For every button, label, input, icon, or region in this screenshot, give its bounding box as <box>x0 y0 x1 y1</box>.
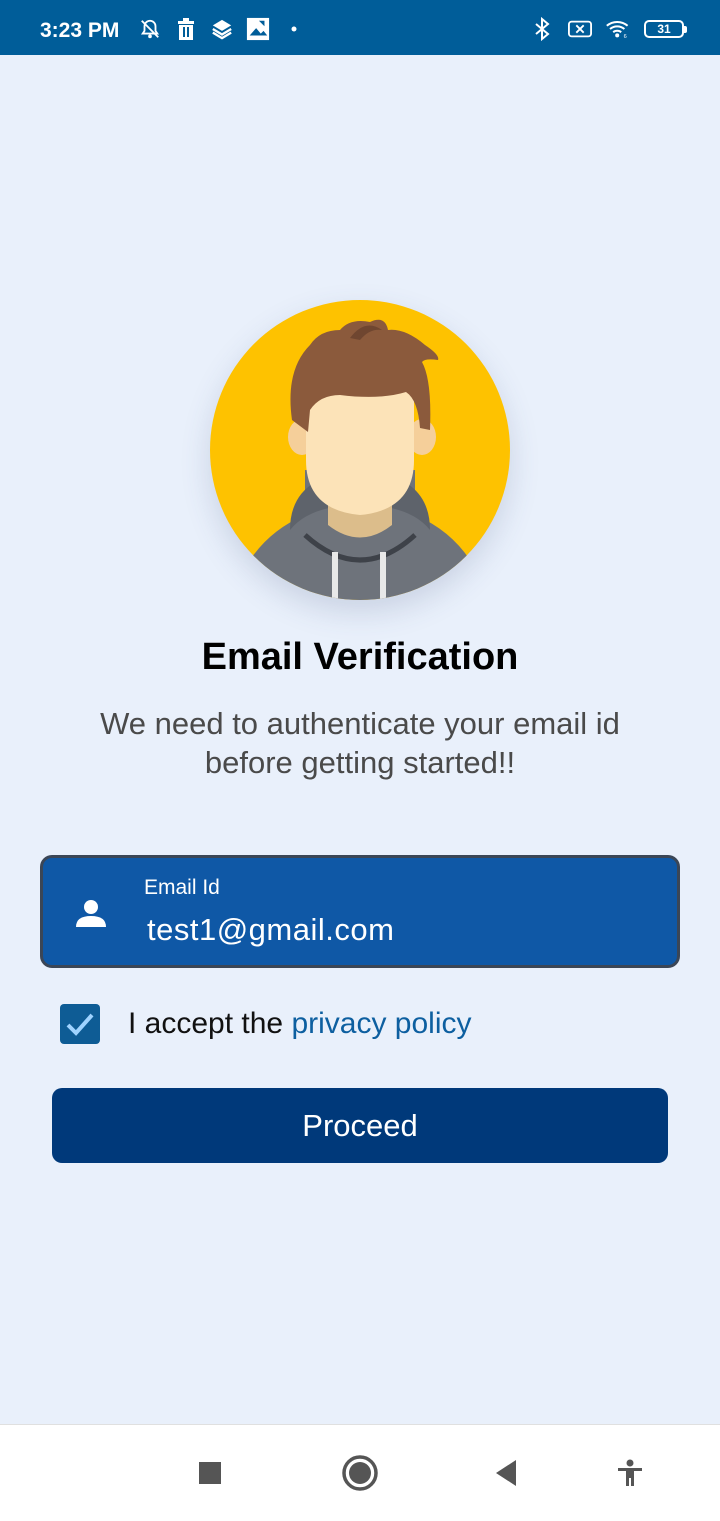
gallery-icon <box>246 17 270 41</box>
home-icon[interactable] <box>338 1451 382 1495</box>
alarm-off-icon <box>138 18 162 40</box>
email-field[interactable]: Email Id <box>40 855 680 968</box>
consent-text: I accept the privacy policy <box>128 1007 472 1041</box>
consent-label: I accept the <box>128 1007 292 1040</box>
user-avatar-illustration <box>250 319 470 600</box>
wifi-icon: 6 <box>606 18 630 40</box>
recents-icon[interactable] <box>188 1451 232 1495</box>
page-title: Email Verification <box>201 636 519 678</box>
layers-icon <box>210 18 234 40</box>
checkmark-icon <box>66 1013 94 1036</box>
email-field-label: Email Id <box>144 876 220 899</box>
person-icon <box>71 894 111 934</box>
status-notification-icons <box>138 17 306 41</box>
status-time: 3:23 PM <box>40 19 120 42</box>
status-system-icons: 6 31 <box>530 17 687 41</box>
back-icon[interactable] <box>484 1451 528 1495</box>
page-subtitle: We need to authenticate your email id be… <box>100 706 620 780</box>
status-bar: 3:23 PM 6 31 <box>0 0 720 55</box>
privacy-policy-link[interactable]: privacy policy <box>291 1007 471 1040</box>
accessibility-icon[interactable] <box>608 1451 652 1495</box>
sim-off-icon <box>568 18 592 40</box>
trash-icon <box>174 18 198 40</box>
navigation-bar <box>0 1424 720 1521</box>
bluetooth-icon <box>530 17 554 41</box>
avatar <box>210 300 510 600</box>
proceed-button[interactable]: Proceed <box>52 1088 668 1163</box>
email-input[interactable] <box>144 910 647 950</box>
battery-icon: 31 <box>644 20 687 38</box>
svg-text:6: 6 <box>624 34 627 40</box>
dot-icon <box>282 18 306 40</box>
privacy-checkbox[interactable] <box>60 1004 100 1044</box>
